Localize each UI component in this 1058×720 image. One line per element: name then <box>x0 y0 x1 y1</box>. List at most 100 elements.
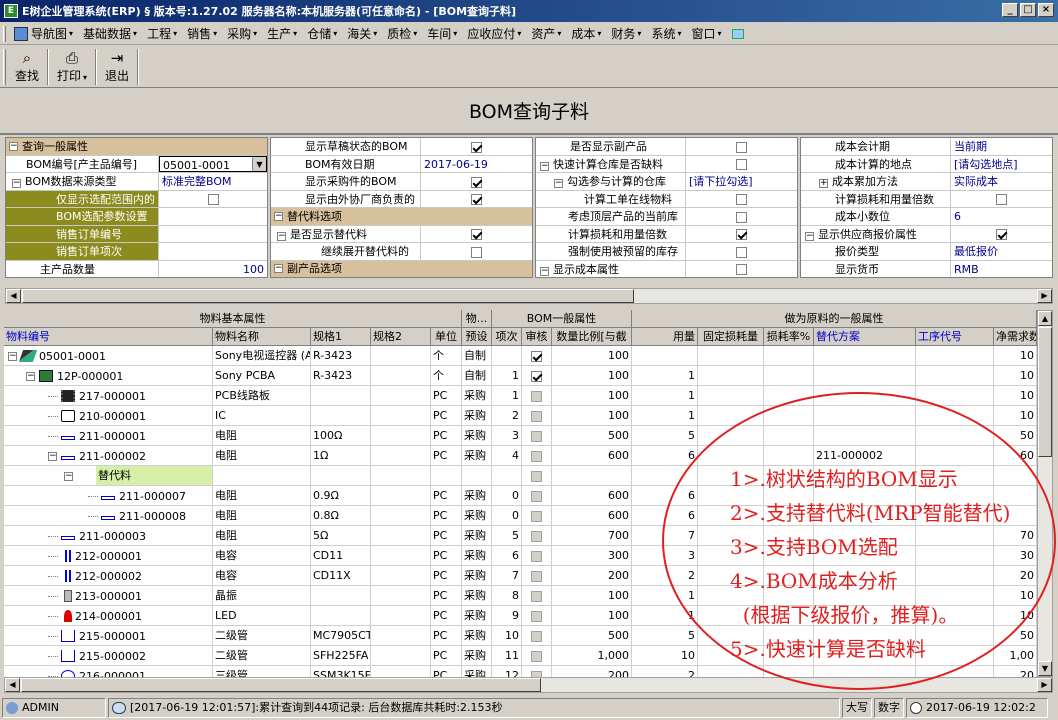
collapse-toggle-icon[interactable]: − <box>9 141 18 151</box>
maximize-button[interactable]: □ <box>1020 3 1036 17</box>
cell-material-code[interactable]: 210-000001 <box>4 406 213 426</box>
vendor-quote-checkbox[interactable] <box>996 229 1007 240</box>
col-material-code[interactable]: 物料编号 <box>4 328 213 346</box>
menu-nav[interactable]: 导航图 ▾ <box>9 25 78 42</box>
menu-basic-data[interactable]: 基础数据 ▾ <box>78 25 142 42</box>
table-row[interactable]: 212-000001 电容 CD11 PC 采购 6 300 3 30 <box>4 546 1037 566</box>
col-operation[interactable]: 工序代号 <box>916 328 994 346</box>
cell-material-code[interactable]: 217-000001 <box>4 386 213 406</box>
reserved-stock-checkbox[interactable] <box>736 246 747 258</box>
menu-window[interactable]: 窗口 ▾ <box>686 25 726 42</box>
currency-value[interactable]: RMB <box>951 261 1052 278</box>
approved-checkbox[interactable] <box>531 350 542 362</box>
approved-checkbox[interactable] <box>531 370 542 382</box>
window-layout-icon[interactable] <box>727 28 749 39</box>
table-row[interactable]: − 替代料 <box>4 466 1037 486</box>
table-row[interactable]: −12P-000001 Sony PCBA R-3423 个自制 1 100 1 10 <box>4 366 1037 386</box>
table-row[interactable]: 210-000001 IC PC 采购 2 100 1 10 <box>4 406 1037 426</box>
cost-period-value[interactable]: 当前期 <box>951 138 1052 155</box>
approved-checkbox[interactable] <box>531 610 542 622</box>
cell-material-code[interactable]: 212-000002 <box>4 566 213 586</box>
menu-finance[interactable]: 财务 ▾ <box>606 25 646 42</box>
tree-toggle-icon[interactable]: − <box>64 471 73 481</box>
minimize-button[interactable]: _ <box>1002 3 1018 17</box>
table-row[interactable]: 216-000001 三级管SSM3K15FS PC采购12 2002 20 <box>4 666 1037 677</box>
approved-checkbox[interactable] <box>531 630 542 642</box>
top-stock-checkbox[interactable] <box>736 211 747 223</box>
table-row[interactable]: 211-000001 电阻 100Ω PC 采购 3 500 5 50 <box>4 426 1037 446</box>
expand-toggle-icon[interactable]: + <box>819 179 828 188</box>
menu-customs[interactable]: 海关 ▾ <box>342 25 382 42</box>
chevron-down-icon[interactable]: ▼ <box>252 156 266 172</box>
cell-material-code[interactable]: 211-000007 <box>4 486 213 506</box>
menu-workshop[interactable]: 车间 ▾ <box>422 25 462 42</box>
cost-decimals-value[interactable]: 6 <box>951 208 1052 225</box>
approved-checkbox[interactable] <box>531 550 542 562</box>
scroll-down-icon[interactable]: ▼ <box>1038 661 1052 676</box>
cell-material-code[interactable]: 216-000001 <box>4 666 213 677</box>
scroll-left-icon[interactable]: ◀ <box>6 289 21 303</box>
table-row[interactable]: − 05001-0001 Sony电视遥控器 (A R-3423 个自制 100 10 <box>4 346 1037 366</box>
loss-multiplier-checkbox[interactable] <box>736 229 747 240</box>
menu-quality[interactable]: 质检 ▾ <box>382 25 422 42</box>
approved-checkbox[interactable] <box>531 390 542 402</box>
category-substitute[interactable]: − 替代料选项 <box>271 208 532 226</box>
col-fixed-loss[interactable]: 固定损耗量 <box>698 328 764 346</box>
tree-toggle-icon[interactable]: − <box>48 451 57 461</box>
table-row[interactable]: − 211-000002 电阻 1Ω PC 采购 4 600 6 211-000002 60 <box>4 446 1037 466</box>
approved-checkbox[interactable] <box>531 530 542 542</box>
online-material-checkbox[interactable] <box>736 194 747 205</box>
collapse-toggle-icon[interactable]: − <box>274 264 283 274</box>
col-usage[interactable]: 用量 <box>632 328 698 346</box>
table-row[interactable]: 211-000007 电阻 0.9Ω PC 采购 0 600 6 <box>4 486 1037 506</box>
cell-material-code[interactable]: 211-000003 <box>4 526 213 546</box>
scroll-up-icon[interactable]: ▲ <box>1038 311 1052 326</box>
menu-cost[interactable]: 成本 ▾ <box>566 25 606 42</box>
scroll-right-icon[interactable]: ▶ <box>1037 678 1052 692</box>
approved-checkbox[interactable] <box>531 570 542 582</box>
scroll-right-icon[interactable]: ▶ <box>1037 289 1052 303</box>
show-cost-checkbox[interactable] <box>736 264 747 275</box>
category-byproduct[interactable]: − 副产品选项 <box>271 260 532 277</box>
scroll-left-icon[interactable]: ◀ <box>5 678 20 692</box>
collapse-toggle-icon[interactable]: − <box>554 179 563 188</box>
menu-sales[interactable]: 销售 ▾ <box>182 25 222 42</box>
menu-ar-ap[interactable]: 应收应付 ▾ <box>462 25 526 42</box>
table-row[interactable]: 215-000001 二级管 MC7905CT PC 采购 10 500 5 50 <box>4 626 1037 646</box>
collapse-toggle-icon[interactable]: − <box>540 161 549 171</box>
col-ratio[interactable]: 数量比例[与截 <box>552 328 632 346</box>
cost-loss-checkbox[interactable] <box>996 194 1007 205</box>
cost-site-value[interactable]: [请勾选地点] <box>951 156 1052 173</box>
quote-type-value[interactable]: 最低报价 <box>951 243 1052 260</box>
grid-vertical-scrollbar[interactable]: ▲ ▼ <box>1037 310 1053 677</box>
exit-button[interactable]: ⇥ 退出 <box>99 49 135 84</box>
effective-date-value[interactable]: 2017-06-19 <box>421 156 532 173</box>
col-net-demand[interactable]: 净需求数 <box>994 328 1037 346</box>
grid-horizontal-scrollbar[interactable]: ◀ ▶ <box>4 677 1053 693</box>
warehouses-value[interactable]: [请下拉勾选] <box>686 173 797 190</box>
approved-checkbox[interactable] <box>531 470 542 482</box>
cell-material-code[interactable]: 213-000001 <box>4 586 213 606</box>
expand-substitute-checkbox[interactable] <box>471 246 482 258</box>
fast-calc-checkbox[interactable] <box>736 159 747 170</box>
purchased-checkbox[interactable] <box>471 176 482 188</box>
col-approved[interactable]: 审核 <box>522 328 552 346</box>
table-row[interactable]: 211-000008 电阻 0.8Ω PC 采购 0 600 6 <box>4 506 1037 526</box>
close-button[interactable]: × <box>1038 3 1054 17</box>
print-button[interactable]: ⎙ 打印 ▾ <box>51 49 93 84</box>
col-alt-plan[interactable]: 替代方案 <box>814 328 916 346</box>
tree-toggle-icon[interactable]: − <box>26 371 35 381</box>
main-qty-value[interactable]: 100 <box>159 261 267 278</box>
config-params-value[interactable] <box>159 208 267 225</box>
so-item-value[interactable] <box>159 243 267 260</box>
cell-material-code[interactable]: − 211-000002 <box>4 446 213 466</box>
source-type-value[interactable]: 标准完整BOM <box>159 173 267 190</box>
cell-material-code[interactable]: 214-000001 <box>4 606 213 626</box>
show-substitute-checkbox[interactable] <box>471 229 482 240</box>
table-row[interactable]: 211-000003 电阻 5Ω PC 采购 5 700 7 70 <box>4 526 1037 546</box>
col-preset[interactable]: 预设 <box>462 328 492 346</box>
menu-warehouse[interactable]: 仓储 ▾ <box>302 25 342 42</box>
draft-checkbox[interactable] <box>471 141 482 153</box>
menu-production[interactable]: 生产 ▾ <box>262 25 302 42</box>
title-bar[interactable]: E E树企业管理系统(ERP) § 版本号:1.27.02 服务器名称:本机服务… <box>0 0 1058 22</box>
